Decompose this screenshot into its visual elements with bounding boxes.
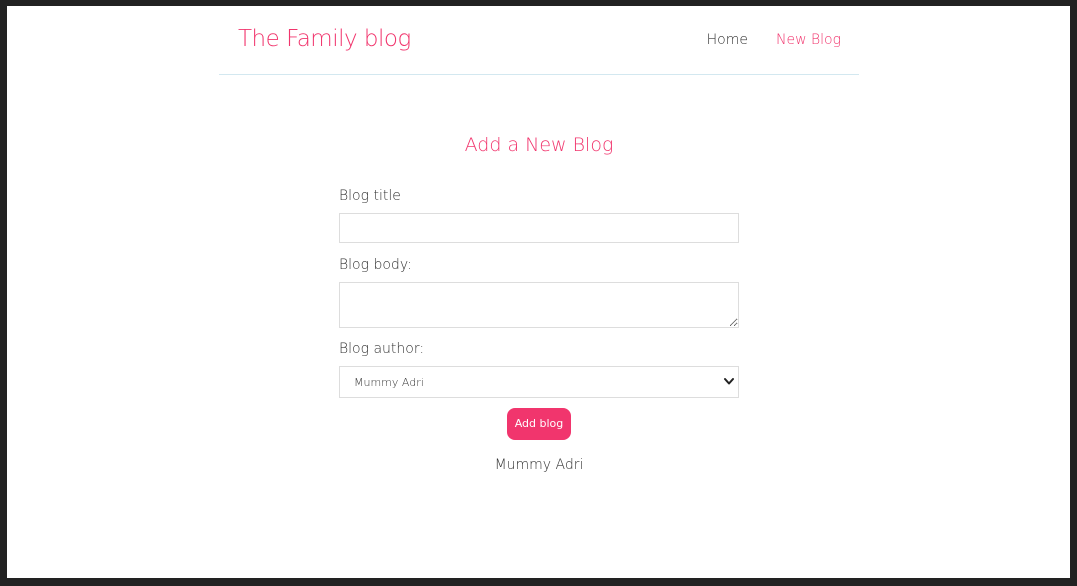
- form-heading: Add a New Blog: [464, 134, 614, 156]
- blog-author-label: Blog author:: [339, 341, 425, 357]
- navbar: The Family blog Home New Blog: [219, 6, 859, 75]
- button-row: Add blog: [339, 408, 739, 440]
- blog-body-label: Blog body:: [339, 257, 412, 273]
- nav-links: Home New Blog: [707, 32, 841, 48]
- page: The Family blog Home New Blog Add a New …: [7, 6, 1070, 578]
- chevron-down-icon: [724, 378, 734, 385]
- blog-title-label: Blog title: [339, 188, 401, 204]
- create-blog-form: Add a New Blog Blog title Blog body: Blo…: [339, 134, 739, 473]
- add-blog-button[interactable]: Add blog: [506, 408, 572, 440]
- nav-link-new-blog[interactable]: New Blog: [776, 32, 841, 48]
- blog-author-selected-value: Mummy Adri: [354, 376, 424, 389]
- author-preview: Mummy Adri: [494, 457, 584, 473]
- blog-author-select[interactable]: Mummy Adri: [339, 366, 739, 398]
- blog-body-textarea[interactable]: [339, 282, 739, 328]
- brand-title: The Family blog: [238, 26, 411, 52]
- nav-link-home[interactable]: Home: [707, 32, 748, 48]
- blog-title-input[interactable]: [339, 213, 739, 243]
